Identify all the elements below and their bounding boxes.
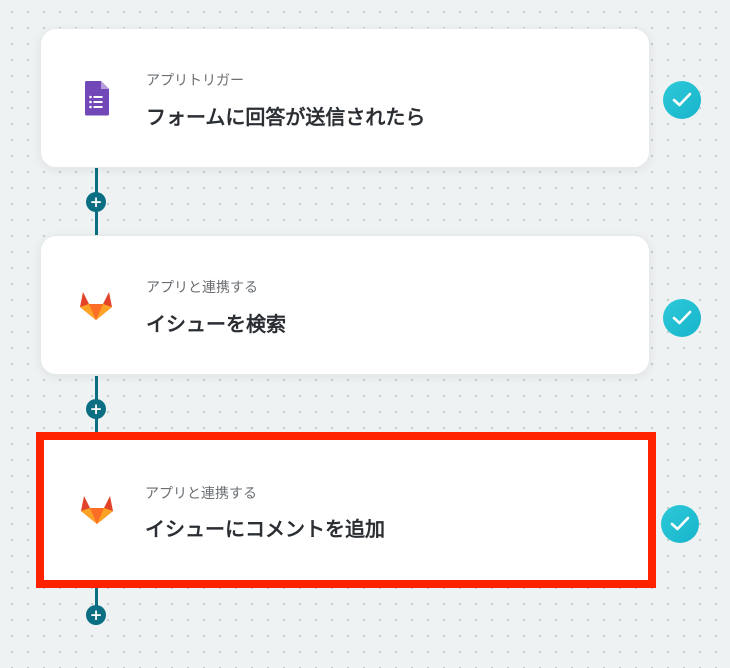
gitlab-icon xyxy=(78,490,116,528)
google-forms-icon xyxy=(77,79,115,117)
step-title: イシューにコメントを追加 xyxy=(145,517,385,541)
flow-step-card-trigger[interactable]: アプリトリガー フォームに回答が送信されたら xyxy=(40,28,650,168)
flow-step-card-search-issue[interactable]: アプリと連携する イシューを検索 xyxy=(40,235,650,375)
gitlab-icon xyxy=(77,286,115,324)
step-title: フォームに回答が送信されたら xyxy=(146,105,426,129)
step-subtitle: アプリトリガー xyxy=(146,73,244,89)
add-step-button[interactable]: + xyxy=(86,192,106,212)
step-subtitle: アプリと連携する xyxy=(145,486,257,502)
add-step-button[interactable]: + xyxy=(86,399,106,419)
step-title: イシューを検索 xyxy=(146,312,286,336)
completed-check-icon xyxy=(663,299,701,337)
completed-check-icon xyxy=(663,81,701,119)
step-subtitle: アプリと連携する xyxy=(146,280,258,296)
flow-step-card-add-comment[interactable]: アプリと連携する イシューにコメントを追加 xyxy=(36,432,656,588)
completed-check-icon xyxy=(661,505,699,543)
add-step-button[interactable]: + xyxy=(86,605,106,625)
